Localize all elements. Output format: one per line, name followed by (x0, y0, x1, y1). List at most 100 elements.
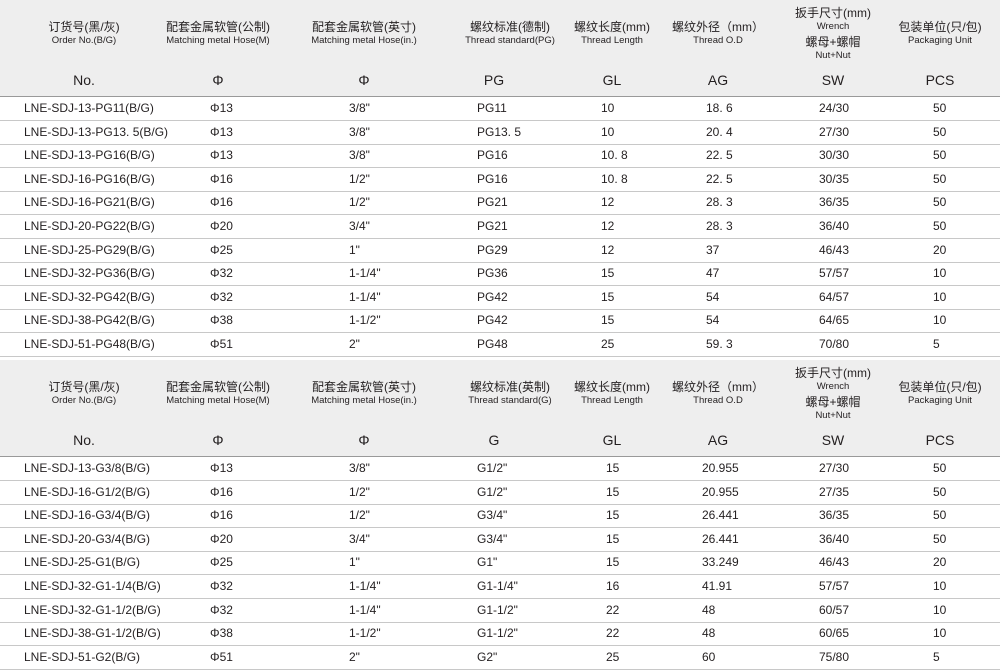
table-row: LNE-SDJ-51-G2(B/G) Φ51 2" G2" 25 60 75/80 5 (0, 646, 1000, 669)
cell-wrench-size: 75/80 (819, 649, 850, 664)
cell-thread-od: 48 (702, 602, 716, 617)
cell-packaging-unit: 50 (933, 148, 947, 163)
cell-thread-standard: PG11 (477, 101, 507, 115)
cell-thread-standard: G2" (477, 649, 498, 664)
cell-wrench-size: 60/57 (819, 602, 850, 617)
cell-wrench-size: 57/57 (819, 266, 850, 281)
cell-thread-standard: PG42 (477, 289, 508, 304)
cell-thread-standard: PG21 (477, 195, 508, 210)
header-thread-standard: 螺纹标准(德制) Thread standard(PG) (465, 20, 555, 46)
cell-hose-inch: 2" (349, 649, 360, 664)
cell-order-no: LNE-SDJ-32-G1-1/4(B/G) (24, 579, 161, 593)
cell-thread-od: 28. 3 (706, 195, 733, 210)
cell-hose-metric: Φ16 (210, 508, 233, 523)
cell-hose-inch: 2" (349, 337, 360, 351)
cell-order-no: LNE-SDJ-13-G3/8(B/G) (24, 461, 151, 475)
cell-thread-standard: G1-1/4" (477, 579, 518, 593)
cell-hose-metric: Φ13 (210, 461, 233, 475)
table-row: LNE-SDJ-32-G1-1/2(B/G) Φ32 1-1/4" G1-1/2" 22… (0, 599, 1000, 622)
cell-thread-od: 28. 3 (706, 219, 733, 233)
cell-hose-inch: 1" (349, 555, 360, 570)
cell-wrench-size: 24/30 (819, 101, 850, 115)
cell-thread-od: 22. 5 (706, 171, 733, 186)
g-table-header: 订货号(黑/灰) Order No.(B/G) 配套金属软管(公制) Match… (0, 360, 1000, 456)
code-order: No. (73, 72, 95, 88)
pg-table-body: LNE-SDJ-13-PG11(B/G) Φ13 3/8" PG11 10 18. 6 24… (0, 97, 1000, 357)
cell-wrench-size: 46/43 (819, 242, 850, 257)
table-row: LNE-SDJ-25-PG29(B/G) Φ25 1" PG29 12 37 46/43 20 (0, 239, 1000, 262)
cell-wrench-size: 30/35 (819, 171, 850, 186)
table-row: LNE-SDJ-32-PG42(B/G) Φ32 1-1/4" PG42 15 54 64/… (0, 286, 1000, 309)
cell-thread-standard: PG16 (477, 171, 508, 186)
code-length: GL (602, 432, 622, 448)
code-length: GL (602, 72, 622, 88)
cell-thread-standard: G3/4" (477, 531, 508, 546)
cell-packaging-unit: 50 (933, 219, 947, 233)
header-hose-m: 配套金属软管(公制) Matching metal Hose(M) (166, 20, 270, 46)
cell-order-no: LNE-SDJ-16-G3/4(B/G) (24, 508, 151, 523)
code-pack: PCS (925, 432, 955, 448)
code-hose-in: Φ (358, 72, 370, 88)
table-row: LNE-SDJ-20-G3/4(B/G) Φ20 3/4" G3/4" 15 26.441… (0, 528, 1000, 551)
cell-order-no: LNE-SDJ-13-PG13. 5(B/G) (24, 124, 169, 139)
cell-hose-metric: Φ13 (210, 101, 233, 115)
cell-packaging-unit: 10 (933, 579, 947, 593)
cell-wrench-size: 36/35 (819, 195, 850, 210)
table-row: LNE-SDJ-16-PG16(B/G) Φ16 1/2" PG16 10. 8 22. … (0, 168, 1000, 191)
cell-packaging-unit: 10 (933, 266, 947, 281)
cell-packaging-unit: 20 (933, 242, 947, 257)
header-hose-in: 配套金属软管(英寸) Matching metal Hose(in.) (311, 380, 417, 406)
cell-wrench-size: 70/80 (819, 337, 850, 351)
cell-order-no: LNE-SDJ-25-PG29(B/G) (24, 242, 155, 257)
cell-thread-od: 41.91 (702, 579, 733, 593)
cell-thread-standard: G1" (477, 555, 498, 570)
cell-thread-standard: PG48 (477, 337, 508, 351)
cell-wrench-size: 57/57 (819, 579, 850, 593)
cell-order-no: LNE-SDJ-16-PG21(B/G) (24, 195, 155, 210)
cell-wrench-size: 64/65 (819, 313, 850, 328)
cell-packaging-unit: 10 (933, 626, 947, 641)
cell-thread-length: 25 (601, 337, 615, 351)
cell-order-no: LNE-SDJ-32-G1-1/2(B/G) (24, 602, 161, 617)
cell-hose-inch: 1/2" (349, 508, 370, 523)
header-thread-standard: 螺纹标准(英制) Thread standard(G) (468, 380, 552, 406)
code-od: AG (707, 72, 729, 88)
cell-hose-inch: 1/2" (349, 171, 370, 186)
cell-packaging-unit: 10 (933, 289, 947, 304)
cell-hose-metric: Φ25 (210, 242, 233, 257)
cell-order-no: LNE-SDJ-16-PG16(B/G) (24, 171, 155, 186)
cell-thread-od: 33.249 (702, 555, 739, 570)
header-thread-od: 螺纹外径（mm） Thread O.D (672, 20, 764, 46)
cell-thread-length: 15 (601, 289, 615, 304)
cell-wrench-size: 30/30 (819, 148, 850, 163)
code-wrench: SW (821, 432, 845, 448)
code-wrench: SW (821, 72, 845, 88)
cell-hose-inch: 3/8" (349, 124, 370, 139)
cell-hose-inch: 1/2" (349, 484, 370, 499)
cell-order-no: LNE-SDJ-32-PG36(B/G) (24, 266, 155, 281)
cell-hose-inch: 1-1/4" (349, 289, 381, 304)
table-row: LNE-SDJ-13-PG16(B/G) Φ13 3/8" PG16 10. 8 22. … (0, 144, 1000, 167)
cell-thread-length: 10 (601, 124, 615, 139)
cell-packaging-unit: 5 (933, 337, 940, 351)
table-row: LNE-SDJ-51-PG48(B/G) Φ51 2" PG48 25 59. 3 70/8… (0, 333, 1000, 356)
code-thread: G (488, 432, 500, 448)
cell-hose-inch: 3/8" (349, 461, 370, 475)
code-od: AG (707, 432, 729, 448)
cell-thread-length: 22 (606, 626, 620, 641)
table-row: LNE-SDJ-32-PG36(B/G) Φ32 1-1/4" PG36 15 47 57/… (0, 262, 1000, 285)
cell-packaging-unit: 50 (933, 101, 947, 115)
cell-thread-od: 20.955 (702, 484, 739, 499)
cell-packaging-unit: 10 (933, 602, 947, 617)
cell-thread-od: 26.441 (702, 508, 739, 523)
cell-hose-metric: Φ16 (210, 484, 233, 499)
cell-wrench-size: 36/40 (819, 219, 850, 233)
table-row: LNE-SDJ-13-PG13. 5(B/G) Φ13 3/8" PG13. 5 10 2… (0, 121, 1000, 144)
cell-order-no: LNE-SDJ-51-G2(B/G) (24, 649, 141, 664)
cell-hose-metric: Φ32 (210, 579, 233, 593)
cell-thread-length: 15 (606, 531, 620, 546)
cell-thread-standard: PG42 (477, 313, 508, 328)
cell-hose-inch: 1-1/4" (349, 602, 381, 617)
g-table-section: 订货号(黑/灰) Order No.(B/G) 配套金属软管(公制) Match… (0, 360, 1000, 670)
cell-wrench-size: 46/43 (819, 555, 850, 570)
